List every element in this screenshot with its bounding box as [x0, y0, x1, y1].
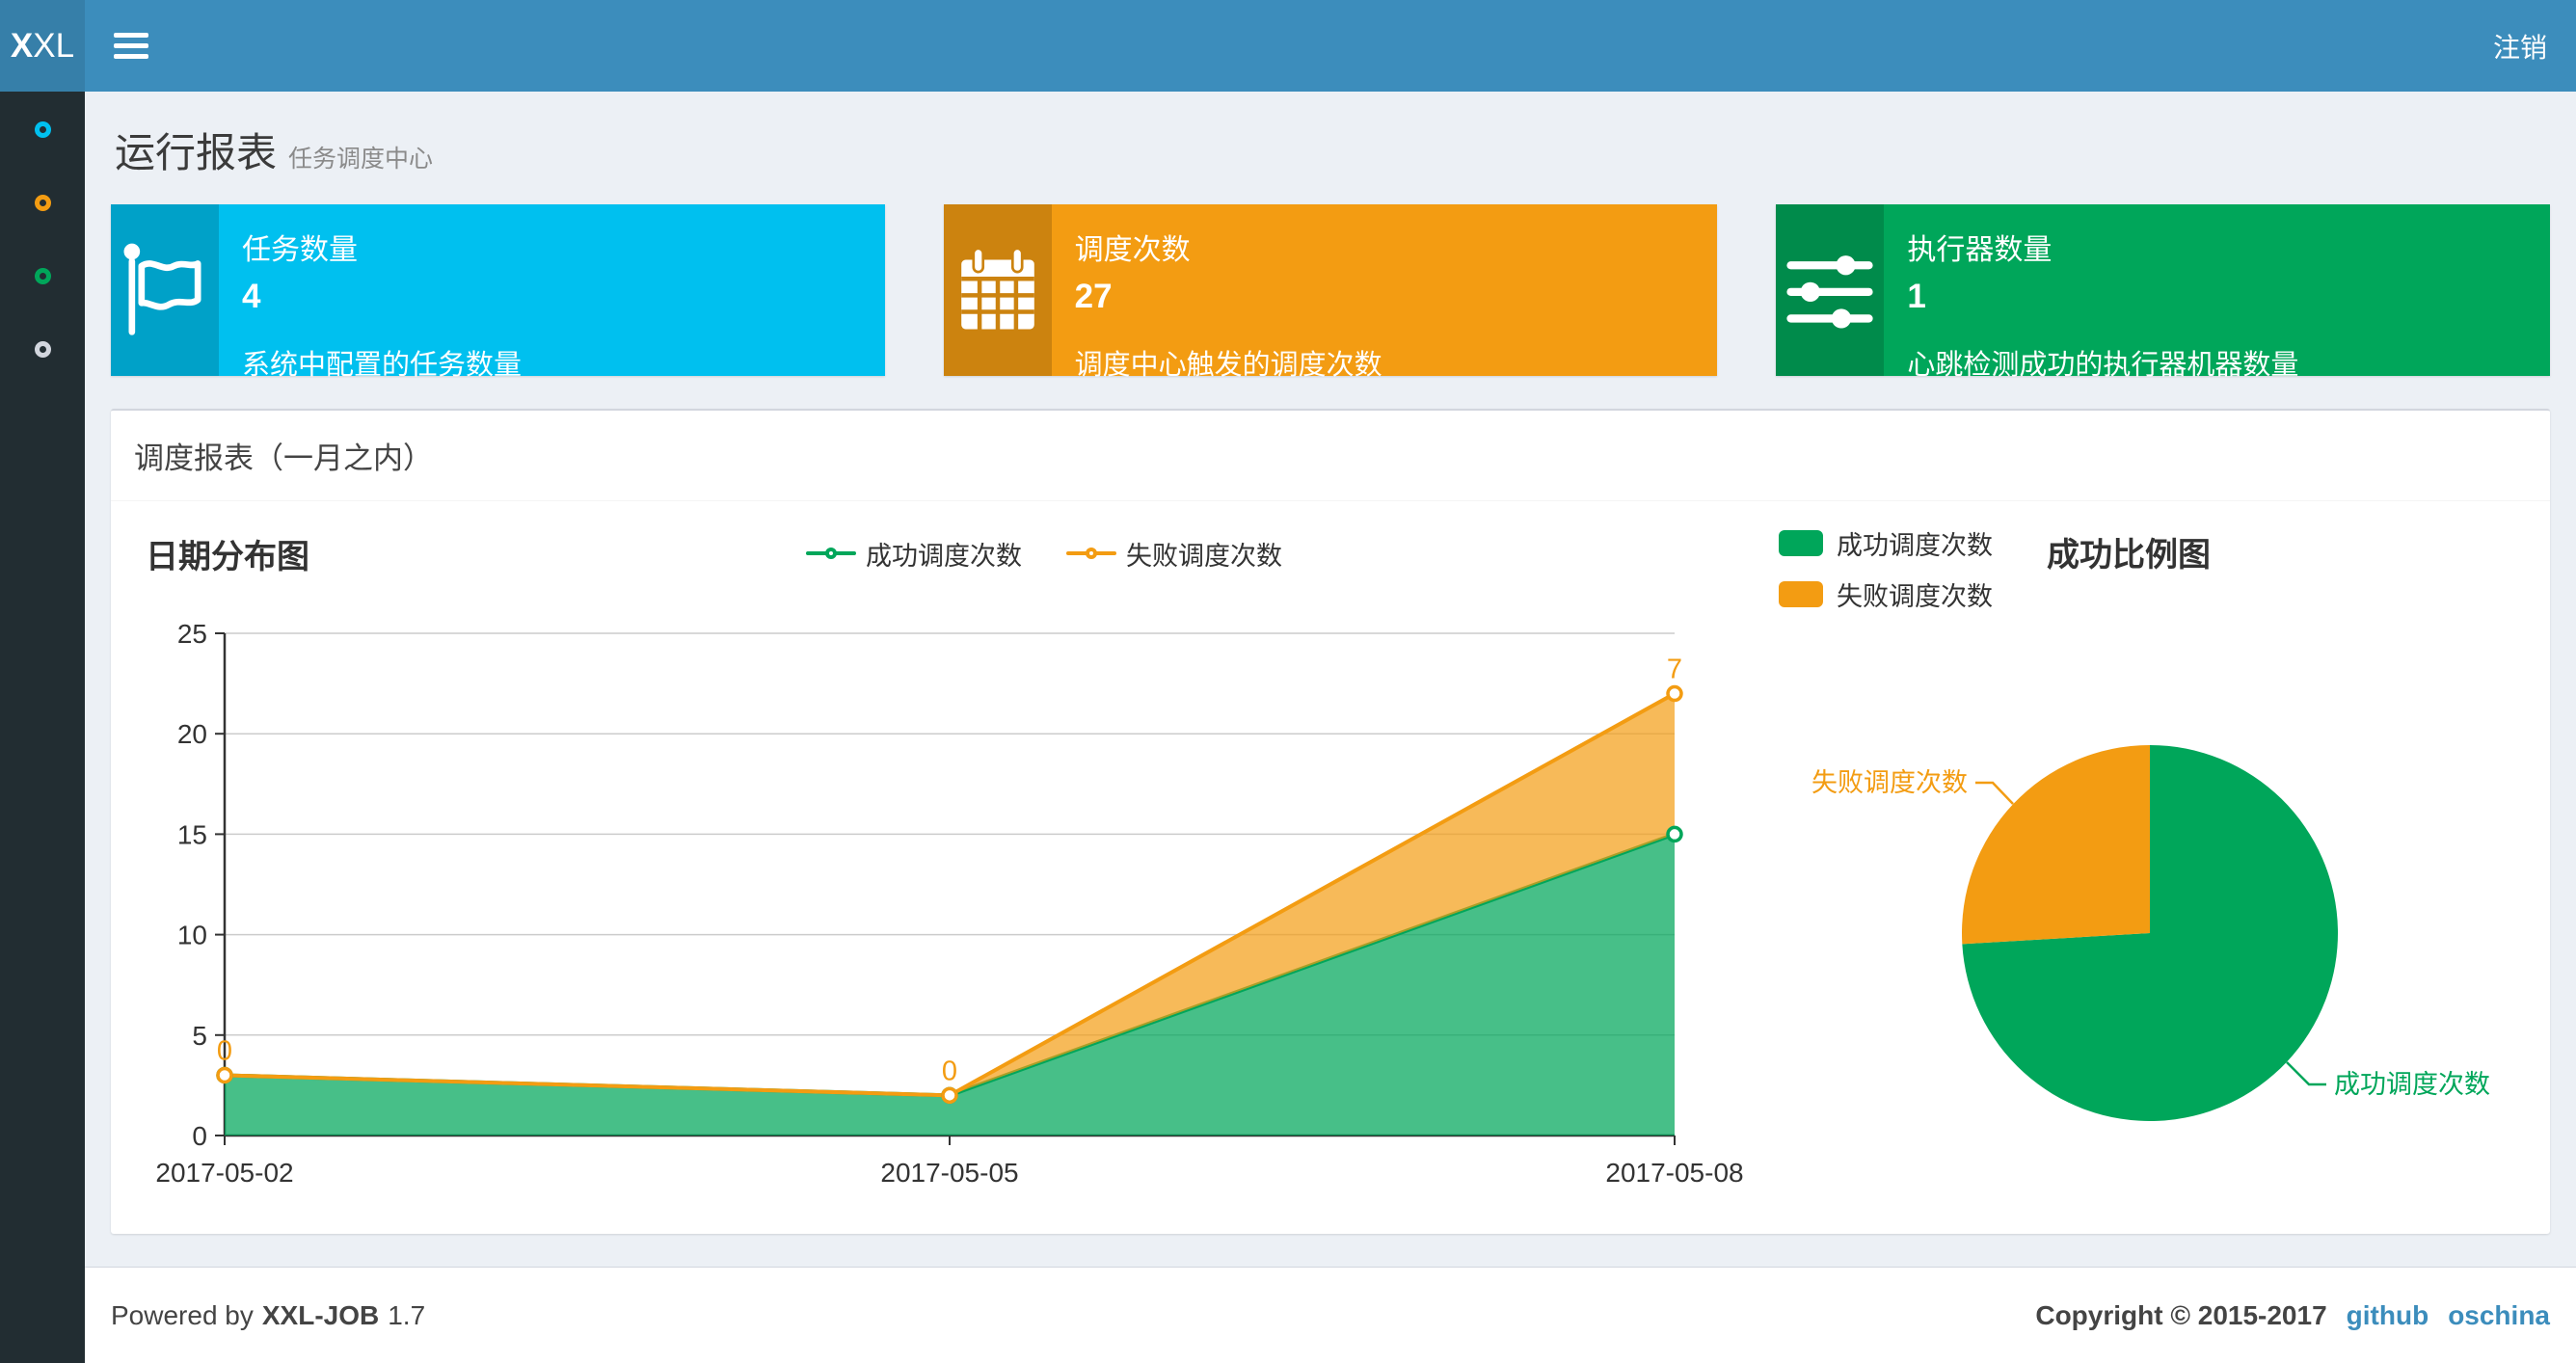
- powered-prefix: Powered by: [111, 1299, 254, 1330]
- info-box-content: 任务数量 4 系统中配置的任务数量: [219, 204, 885, 381]
- legend-item-fail[interactable]: 失败调度次数: [1066, 535, 1282, 573]
- panel-title: 调度报表（一月之内）: [111, 411, 2550, 501]
- pie-chart-legend: 成功调度次数 失败调度次数: [1779, 524, 1993, 613]
- pie-slice-fail: [1962, 745, 2150, 945]
- info-box-description: 心跳检测成功的执行器机器数量: [1907, 350, 2299, 381]
- success-point: [1666, 825, 1683, 843]
- powered-by: Powered by XXL-JOB 1.7: [111, 1300, 425, 1331]
- chart-title: 日期分布图: [146, 538, 309, 575]
- line-series-legend-icon: [1066, 544, 1116, 563]
- legend-item-fail[interactable]: 失败调度次数: [1779, 575, 1993, 613]
- footer: Powered by XXL-JOB 1.7 Copyright © 2015-…: [85, 1267, 2576, 1363]
- product-name: XXL-JOB: [261, 1299, 380, 1330]
- success-callout-line: [2286, 1061, 2326, 1086]
- y-tick-label: 0: [192, 1121, 207, 1151]
- fail-point: [941, 1086, 958, 1105]
- logo-text-bold: X: [10, 26, 34, 65]
- line-series-legend-icon: [806, 544, 856, 563]
- info-box-value: 27: [1074, 278, 1113, 315]
- x-tick-label: 2017-05-02: [155, 1158, 293, 1188]
- sidebar-menu: [0, 92, 85, 358]
- sliders-icon: [1776, 204, 1885, 376]
- fail-point-label: 7: [1667, 655, 1682, 685]
- sidebar-item-help[interactable]: [34, 341, 51, 358]
- legend-item-success[interactable]: 成功调度次数: [806, 535, 1022, 573]
- date-distribution-chart-block: 日期分布图 成功调度次数 失败调度次数 0 5 10 15 20 25 2017…: [140, 522, 1779, 1209]
- info-box-description: 调度中心触发的调度次数: [1074, 350, 1382, 381]
- y-tick-label: 25: [177, 619, 207, 649]
- legend-label: 成功调度次数: [1837, 531, 1993, 560]
- info-box-value: 1: [1907, 278, 1926, 315]
- oschina-link[interactable]: oschina: [2448, 1300, 2550, 1331]
- main-header: X XL 注销: [0, 0, 2576, 92]
- calendar-icon: [943, 204, 1052, 376]
- content-wrapper: 运行报表 任务调度中心 任务数量 4 系统中配置的任务数量 调度次数 27 调度…: [85, 92, 2576, 1267]
- hamburger-icon[interactable]: [114, 29, 148, 63]
- fail-callout-line: [1975, 781, 2014, 805]
- fail-callout-label: 失败调度次数: [1811, 768, 1968, 797]
- fail-point-label: 0: [217, 1035, 232, 1066]
- page-title: 运行报表: [115, 130, 278, 175]
- sidebar-item-dashboard[interactable]: [34, 121, 51, 138]
- copyright: Copyright © 2015-2017 github oschina: [2035, 1300, 2550, 1331]
- logo-text: XL: [33, 26, 75, 65]
- report-panel: 调度报表（一月之内） 日期分布图 成功调度次数 失败调度次数 0 5 10 15…: [111, 409, 2550, 1234]
- success-callout-label: 成功调度次数: [2334, 1070, 2490, 1099]
- line-chart-legend: 成功调度次数 失败调度次数: [309, 535, 1779, 573]
- sidebar-item-log[interactable]: [34, 268, 51, 284]
- product-version: 1.7: [388, 1299, 426, 1330]
- fail-point: [216, 1066, 233, 1084]
- navbar-right: 注销: [2493, 27, 2547, 66]
- navbar: 注销: [85, 0, 2576, 92]
- panel-body: 日期分布图 成功调度次数 失败调度次数 0 5 10 15 20 25 2017…: [111, 501, 2550, 1234]
- y-tick-label: 10: [177, 921, 207, 950]
- y-tick-label: 5: [192, 1021, 207, 1051]
- info-box-label: 任务数量: [242, 234, 358, 266]
- info-box-label: 调度次数: [1074, 234, 1191, 266]
- chart-title: 成功比例图: [2047, 537, 2211, 574]
- logout-button[interactable]: 注销: [2493, 33, 2547, 63]
- info-box-executors: 执行器数量 1 心跳检测成功的执行器机器数量: [1776, 204, 2551, 381]
- sidebar: [0, 92, 85, 1363]
- date-distribution-chart: 05101520252017-05-02 2017-05-05 2017-05-08…: [155, 619, 1743, 1188]
- flag-icon: [111, 204, 219, 376]
- github-link[interactable]: github: [2347, 1300, 2429, 1331]
- info-box-content: 调度次数 27 调度中心触发的调度次数: [1052, 204, 1718, 381]
- circle-outline-icon: [34, 121, 51, 138]
- page-subtitle: 任务调度中心: [288, 146, 434, 173]
- info-box-value: 4: [242, 278, 261, 315]
- legend-label: 失败调度次数: [1126, 541, 1282, 571]
- fail-point-label: 0: [942, 1056, 957, 1086]
- legend-label: 失败调度次数: [1837, 582, 1993, 611]
- info-box-content: 执行器数量 1 心跳检测成功的执行器机器数量: [1884, 204, 2550, 381]
- y-tick-label: 20: [177, 719, 207, 749]
- info-box-jobs: 任务数量 4 系统中配置的任务数量: [111, 204, 885, 381]
- circle-outline-icon: [34, 268, 51, 284]
- info-box-description: 系统中配置的任务数量: [242, 350, 523, 381]
- circle-outline-icon: [34, 341, 51, 358]
- swatch-icon: [1779, 530, 1823, 556]
- circle-outline-icon: [34, 195, 51, 211]
- logo[interactable]: X XL: [0, 0, 85, 92]
- fail-point: [1666, 684, 1683, 703]
- x-tick-label: 2017-05-05: [880, 1158, 1018, 1188]
- legend-label: 成功调度次数: [866, 541, 1022, 571]
- info-box-triggers: 调度次数 27 调度中心触发的调度次数: [943, 204, 1718, 381]
- info-box-row: 任务数量 4 系统中配置的任务数量 调度次数 27 调度中心触发的调度次数 执行…: [111, 204, 2551, 381]
- sidebar-item-jobs[interactable]: [34, 195, 51, 211]
- swatch-icon: [1779, 581, 1823, 607]
- legend-item-success[interactable]: 成功调度次数: [1779, 524, 1993, 562]
- info-box-label: 执行器数量: [1907, 234, 2053, 266]
- success-ratio-pie-chart: 失败调度次数成功调度次数: [1811, 745, 2490, 1121]
- page-header: 运行报表 任务调度中心: [111, 92, 2550, 193]
- x-tick-label: 2017-05-08: [1605, 1158, 1743, 1188]
- y-tick-label: 15: [177, 819, 207, 849]
- copyright-text: Copyright © 2015-2017: [2035, 1299, 2327, 1330]
- success-ratio-chart-block: 成功调度次数 失败调度次数 成功比例图 失败调度次数 成功调度次数: [1779, 522, 2550, 1209]
